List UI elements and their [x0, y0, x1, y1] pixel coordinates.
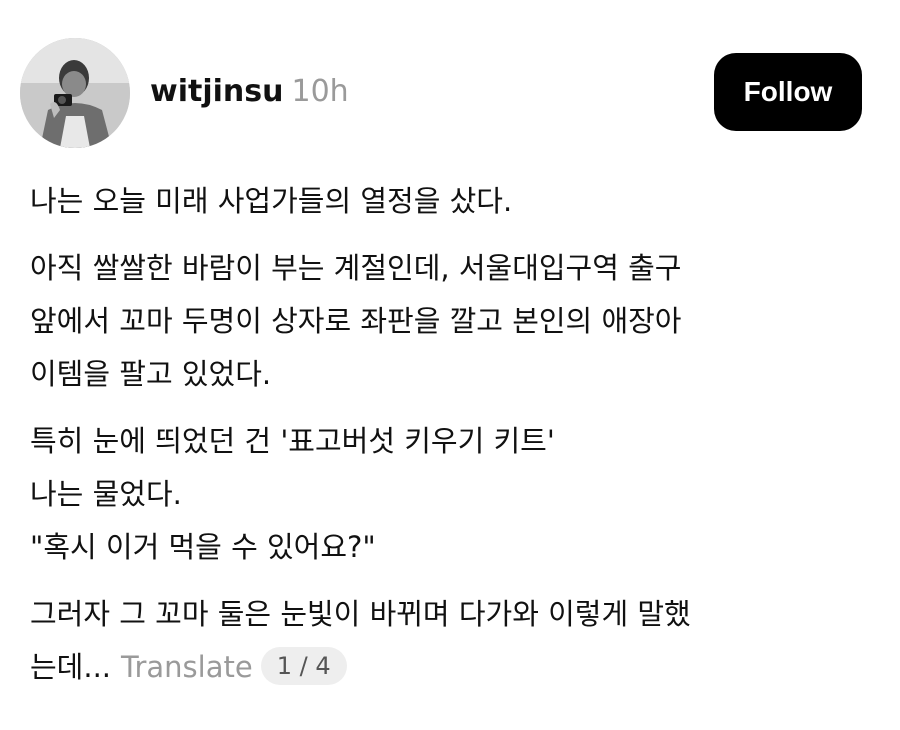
- follow-button[interactable]: Follow: [714, 53, 862, 131]
- text-line: 앞에서 꼬마 두명이 상자로 좌판을 깔고 본인의 애장아: [30, 304, 682, 338]
- post-paragraph: 특히 눈에 띄었던 건 '표고버섯 키우기 키트' 나는 물었다. "혹시 이거…: [30, 415, 880, 574]
- username[interactable]: witjinsu: [150, 74, 283, 109]
- post-paragraph: 나는 오늘 미래 사업가들의 열정을 샀다.: [30, 175, 880, 228]
- profile-photo: [20, 38, 130, 148]
- text-line: "혹시 이거 먹을 수 있어요?": [30, 530, 376, 564]
- post-header: witjinsu 10h Follow: [20, 38, 862, 148]
- text-line: 나는 물었다.: [30, 477, 182, 511]
- post-paragraph: 그러자 그 꼬마 둘은 눈빛이 바뀌며 다가와 이렇게 말했 는데... Tran…: [30, 588, 880, 694]
- text-fragment: 는데...: [30, 650, 112, 684]
- translate-link[interactable]: Translate: [121, 650, 253, 684]
- text-line: 나는 오늘 미래 사업가들의 열정을 샀다.: [30, 184, 513, 218]
- text-line: 그러자 그 꼬마 둘은 눈빛이 바뀌며 다가와 이렇게 말했: [30, 597, 691, 631]
- text-line: 특히 눈에 띄었던 건 '표고버섯 키우기 키트': [30, 424, 555, 458]
- text-line: 아직 쌀쌀한 바람이 부는 계절인데, 서울대입구역 출구: [30, 251, 682, 285]
- post-paragraph: 아직 쌀쌀한 바람이 부는 계절인데, 서울대입구역 출구 앞에서 꼬마 두명이…: [30, 242, 880, 401]
- post-time: 10h: [291, 74, 349, 109]
- page-indicator: 1 / 4: [260, 647, 347, 685]
- post-body: 나는 오늘 미래 사업가들의 열정을 샀다. 아직 쌀쌀한 바람이 부는 계절인…: [30, 175, 880, 708]
- text-line: 이템을 팔고 있었다.: [30, 357, 272, 391]
- avatar[interactable]: [20, 38, 130, 148]
- text-line-last: 는데... Translate 1 / 4: [30, 641, 880, 694]
- author-line: witjinsu 10h: [150, 70, 349, 114]
